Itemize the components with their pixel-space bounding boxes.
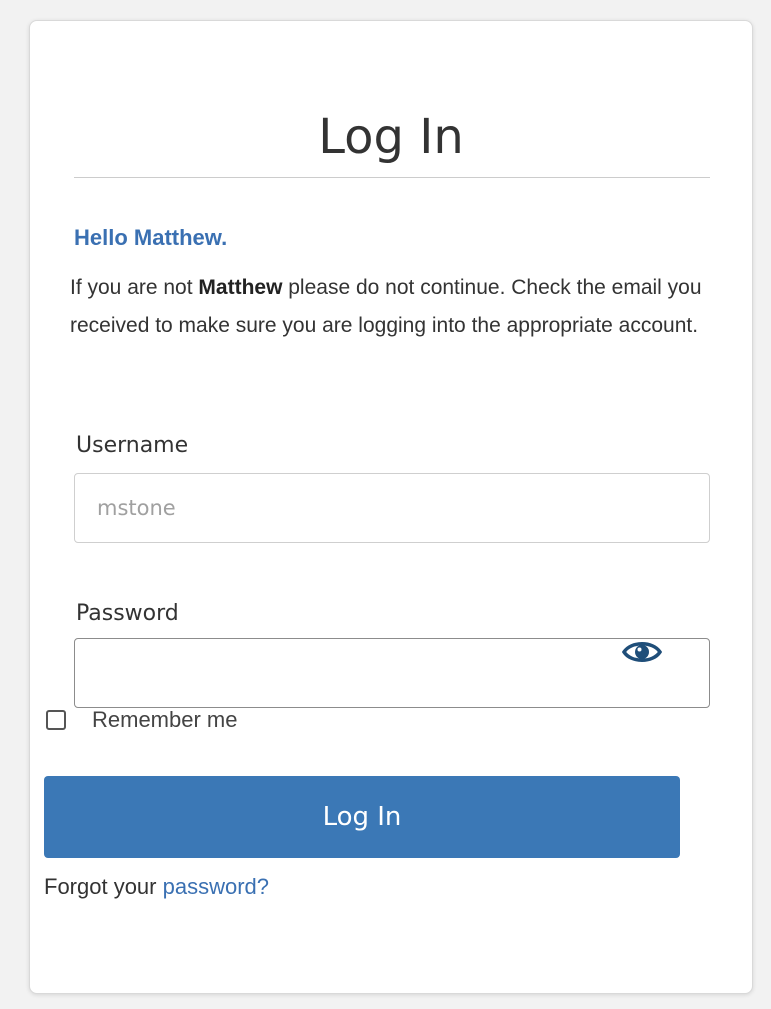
- username-input[interactable]: [74, 473, 710, 543]
- eye-icon: [622, 642, 662, 662]
- notice-user-name: Matthew: [198, 276, 283, 299]
- show-password-button[interactable]: [620, 634, 664, 670]
- identity-notice: If you are not Matthew please do not con…: [70, 269, 720, 345]
- login-button[interactable]: Log In: [44, 776, 680, 858]
- remember-me-label[interactable]: Remember me: [92, 705, 237, 735]
- username-label: Username: [76, 433, 189, 458]
- greeting-text: Hello Matthew.: [74, 225, 228, 250]
- password-label: Password: [76, 601, 179, 626]
- forgot-password-line: Forgot your password?: [44, 870, 269, 904]
- notice-prefix: If you are not: [70, 276, 199, 299]
- title-divider: [74, 177, 710, 178]
- remember-me-row: Remember me: [44, 702, 237, 738]
- remember-me-checkbox[interactable]: [46, 710, 66, 730]
- forgot-password-link[interactable]: password?: [163, 874, 269, 899]
- page-title: Log In: [318, 109, 464, 165]
- password-input[interactable]: [74, 638, 710, 708]
- forgot-prefix: Forgot your: [44, 874, 163, 899]
